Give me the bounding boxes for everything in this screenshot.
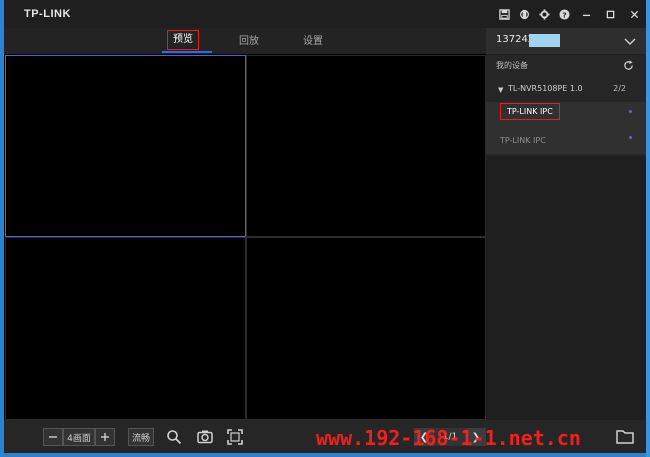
nvr-channel-count: 2/2	[613, 84, 626, 93]
device-icon[interactable]	[514, 4, 534, 24]
camera-name-1: TP-LINK IPC	[500, 103, 560, 120]
tp-link-logo: TP-LINK	[24, 8, 71, 20]
video-cell-2[interactable]	[246, 55, 486, 237]
nvr-name: TL-NVR5108PE 1.0	[508, 84, 583, 93]
decrease-layout-button[interactable]	[43, 428, 63, 446]
snapshot-icon[interactable]	[196, 428, 214, 446]
video-cell-1[interactable]	[5, 55, 246, 237]
folder-icon[interactable]	[616, 428, 634, 444]
tab-playback[interactable]: 回放	[237, 32, 261, 52]
zoom-icon[interactable]	[165, 428, 183, 446]
device-panel-empty-area	[486, 156, 646, 420]
minimize-icon[interactable]	[574, 0, 598, 28]
app-window: TP-LINK ? 预览 回放 设置 137242 我的设备 ▼ TL-NVR5…	[4, 0, 646, 453]
title-bar-controls: ?	[494, 0, 646, 28]
tab-preview[interactable]: 预览	[167, 30, 199, 50]
plus-icon	[101, 433, 109, 441]
watermark-text: www.192-168-1-1.net.cn	[316, 426, 581, 450]
account-mask	[529, 34, 560, 47]
camera-name-2: TP-LINK IPC	[500, 136, 546, 145]
device-panel: 137242 我的设备 ▼ TL-NVR5108PE 1.0 2/2 TP-LI…	[486, 28, 646, 420]
video-cell-4[interactable]	[246, 237, 486, 420]
minus-icon	[49, 436, 57, 438]
chevron-down-icon[interactable]	[624, 35, 636, 47]
my-devices-header: 我的设备	[486, 56, 646, 76]
refresh-icon[interactable]	[623, 60, 634, 71]
desktop-edge-right	[646, 0, 650, 457]
help-icon[interactable]: ?	[554, 4, 574, 24]
camera-item-1[interactable]: TP-LINK IPC	[486, 102, 646, 128]
main-tab-bar: 预览 回放 设置	[4, 28, 486, 54]
stream-quality-button[interactable]: 流畅	[128, 428, 154, 446]
video-cell-3[interactable]	[5, 237, 246, 420]
save-icon[interactable]	[494, 4, 514, 24]
active-tab-indicator	[162, 51, 212, 53]
increase-layout-button[interactable]	[95, 428, 115, 446]
my-devices-title: 我的设备	[496, 61, 528, 70]
online-dot-icon	[629, 136, 632, 139]
nvr-device-row[interactable]: ▼ TL-NVR5108PE 1.0 2/2	[486, 80, 646, 100]
maximize-icon[interactable]	[598, 0, 622, 28]
fullscreen-icon[interactable]	[226, 428, 244, 446]
account-selector[interactable]: 137242	[486, 28, 646, 55]
camera-item-2[interactable]: TP-LINK IPC	[486, 128, 646, 154]
gear-icon[interactable]	[534, 4, 554, 24]
close-icon[interactable]	[622, 0, 646, 28]
layout-label[interactable]: 4画面	[63, 428, 95, 446]
video-grid	[4, 54, 486, 420]
expand-triangle-icon[interactable]: ▼	[498, 86, 503, 94]
online-dot-icon	[629, 110, 632, 113]
title-bar: TP-LINK ?	[4, 0, 646, 28]
svg-text:?: ?	[562, 10, 566, 19]
tab-settings[interactable]: 设置	[301, 32, 325, 52]
